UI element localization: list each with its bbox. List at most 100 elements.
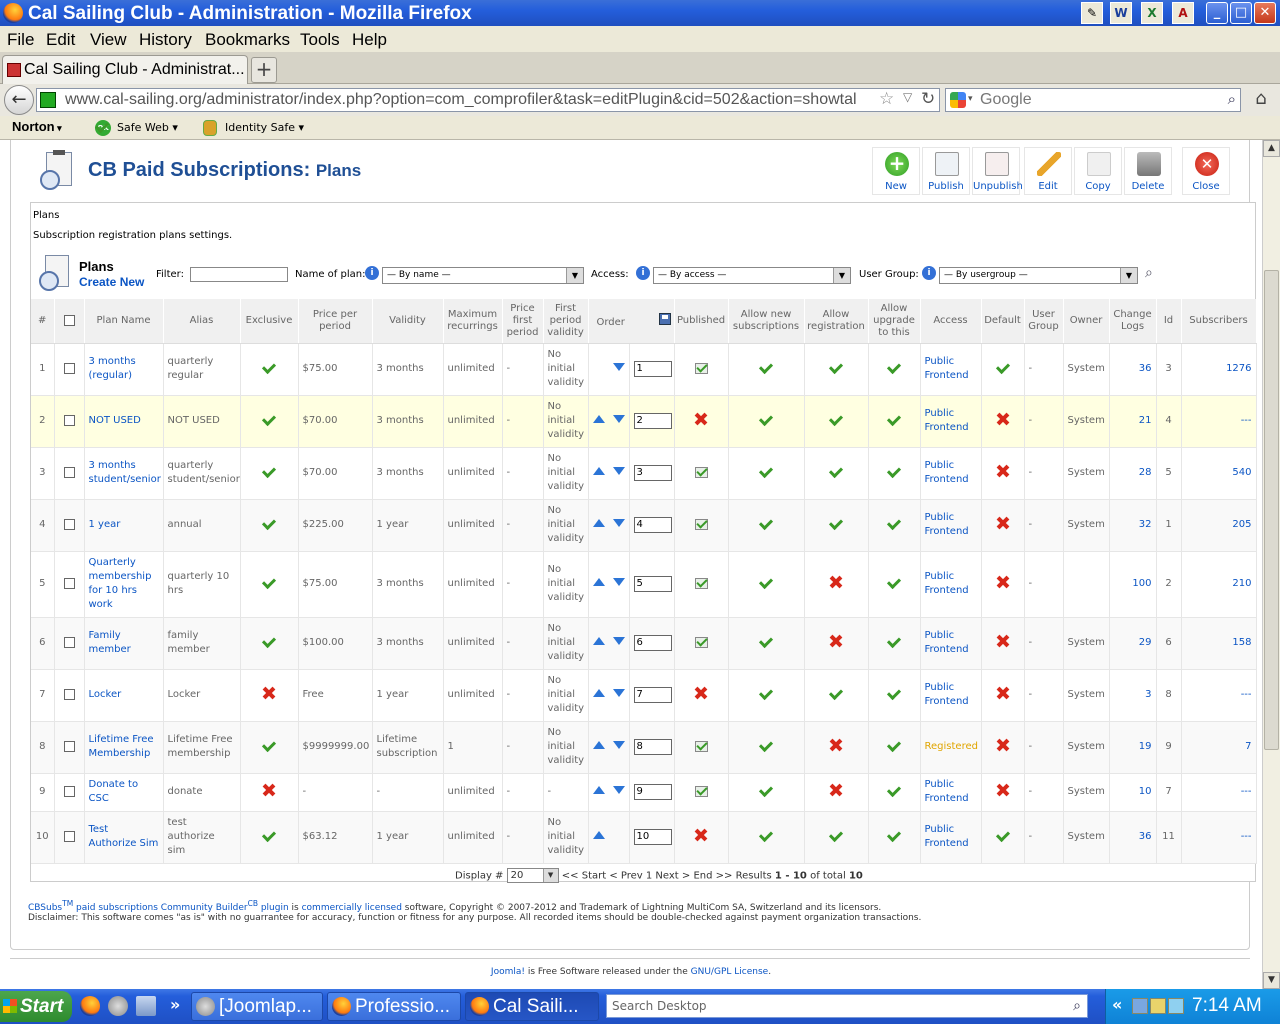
restore-button[interactable]: □ — [1230, 2, 1252, 24]
col-header-user-group[interactable]: User Group — [1024, 299, 1064, 344]
order-input[interactable]: 7 — [633, 687, 672, 703]
row-checkbox[interactable] — [63, 362, 75, 374]
google-engine-icon[interactable] — [950, 92, 966, 108]
default-x-icon[interactable] — [997, 687, 1009, 699]
table-row[interactable]: 41 year annual $225.00 1 year unlimited - No i… — [31, 499, 1257, 552]
table-row[interactable]: 2 NOT USED NOT USED $70.00 3 months unlimited… — [31, 395, 1257, 448]
norton-menu[interactable]: Norton ▾ — [12, 119, 62, 134]
search-magnifier-icon[interactable]: ⌕ — [1228, 90, 1236, 108]
col-header-subscribers[interactable]: Subscribers — [1181, 299, 1257, 344]
start-button[interactable]: Start — [0, 991, 72, 1022]
delete-button[interactable]: Delete — [1124, 147, 1172, 195]
gpl-license-link[interactable]: GNU/GPL License — [691, 967, 769, 977]
close-button[interactable]: ✕ Close — [1182, 147, 1230, 195]
scroll-thumb[interactable] — [1264, 270, 1279, 750]
row-checkbox[interactable] — [63, 830, 75, 842]
move-up-arrow-icon[interactable] — [592, 415, 605, 423]
row-checkbox[interactable] — [63, 688, 75, 700]
exclusive-check-icon[interactable] — [262, 465, 276, 477]
default-x-icon[interactable] — [997, 576, 1009, 588]
col-header-allow-upgrade[interactable]: Allow upgrade to this — [868, 299, 921, 344]
access-link[interactable]: Public Frontend — [925, 512, 969, 537]
quicklaunch-notes-icon[interactable]: ✎ — [1081, 2, 1103, 24]
table-row[interactable]: 10 Test Authorize Sim test authorize sim $6… — [31, 811, 1257, 864]
row-checkbox[interactable] — [63, 577, 75, 589]
save-order-icon[interactable] — [658, 312, 671, 325]
table-row[interactable]: 5 Quarterly membership for 10 hrs work qua… — [31, 551, 1257, 618]
allow-upgrade-check-icon[interactable] — [887, 635, 901, 647]
exclusive-x-icon[interactable] — [263, 784, 275, 796]
col-header-maximum-recurrings[interactable]: Maximum recurrings — [443, 299, 503, 344]
row-checkbox[interactable] — [63, 636, 75, 648]
access-link[interactable]: Public Frontend — [925, 460, 969, 485]
task-professio[interactable]: Professio... — [327, 992, 461, 1021]
subscribers-link[interactable]: 1276 — [1226, 363, 1251, 374]
allow-registration-x-icon[interactable] — [830, 739, 842, 751]
exclusive-check-icon[interactable] — [262, 361, 276, 373]
safe-web-menu[interactable]: Safe Web ▾ — [117, 121, 178, 134]
default-x-icon[interactable] — [997, 465, 1009, 477]
published-icon[interactable] — [694, 785, 708, 797]
exclusive-check-icon[interactable] — [262, 517, 276, 529]
select-all-checkbox[interactable] — [63, 314, 75, 326]
unpublished-x-icon[interactable] — [695, 829, 707, 841]
allow-registration-check-icon[interactable] — [829, 687, 843, 699]
allow-registration-check-icon[interactable] — [829, 517, 843, 529]
col-header-exclusive[interactable]: Exclusive — [240, 299, 299, 344]
allow-new-check-icon[interactable] — [759, 465, 773, 477]
access-link[interactable]: Public Frontend — [925, 779, 969, 804]
table-row[interactable]: 7 Locker Locker Free 1 year unlimited - No init… — [31, 669, 1257, 722]
vertical-scrollbar[interactable]: ▲ ▼ — [1262, 140, 1280, 989]
default-check-icon[interactable] — [996, 361, 1010, 373]
move-up-arrow-icon[interactable] — [592, 741, 605, 749]
filter-input[interactable] — [190, 267, 288, 282]
published-icon[interactable] — [694, 740, 708, 752]
table-row[interactable]: 8 Lifetime Free Membership Lifetime Free m… — [31, 721, 1257, 774]
commercially-licensed-link[interactable]: commercially licensed — [302, 903, 402, 913]
menu-help[interactable]: Help — [352, 30, 387, 50]
allow-new-check-icon[interactable] — [759, 635, 773, 647]
exclusive-check-icon[interactable] — [262, 413, 276, 425]
allow-registration-check-icon[interactable] — [829, 829, 843, 841]
plan-name-link[interactable]: Locker — [89, 689, 122, 700]
menu-tools[interactable]: Tools — [300, 30, 340, 50]
search-desktop-input[interactable]: Search Desktop ⌕ — [606, 994, 1088, 1018]
subscribers-link[interactable]: --- — [1241, 831, 1252, 842]
subscribers-link[interactable]: 158 — [1232, 637, 1251, 648]
move-down-arrow-icon[interactable] — [612, 415, 625, 423]
access-link[interactable]: Public Frontend — [925, 571, 969, 596]
exclusive-check-icon[interactable] — [262, 635, 276, 647]
menu-file[interactable]: File — [7, 30, 34, 50]
allow-upgrade-check-icon[interactable] — [887, 784, 901, 796]
address-bar[interactable]: www.cal-sailing.org/administrator/index.… — [36, 88, 940, 112]
tray-monitor-icon[interactable] — [1168, 998, 1184, 1014]
col-header-plan-name[interactable]: Plan Name — [84, 299, 164, 344]
move-down-arrow-icon[interactable] — [612, 363, 625, 371]
joomla-link[interactable]: Joomla! — [491, 967, 525, 977]
table-row[interactable]: 6 Family member family member $100.00 3 mont… — [31, 617, 1257, 670]
exclusive-x-icon[interactable] — [263, 687, 275, 699]
order-input[interactable]: 3 — [633, 465, 672, 481]
task-joomlap[interactable]: [Joomlap... — [191, 992, 323, 1021]
move-down-arrow-icon[interactable] — [612, 578, 625, 586]
plan-name-link[interactable]: Lifetime Free Membership — [89, 734, 154, 759]
col-header-default[interactable]: Default — [981, 299, 1025, 344]
plan-name-link[interactable]: NOT USED — [89, 415, 141, 426]
col-header-published[interactable]: Published — [674, 299, 729, 344]
task-cal-sailing[interactable]: Cal Saili... — [465, 992, 599, 1021]
plan-name-link[interactable]: Family member — [89, 630, 131, 655]
tray-folder-icon[interactable] — [1150, 998, 1166, 1014]
tray-expand-icon[interactable]: « — [1112, 995, 1122, 1014]
url-text[interactable]: www.cal-sailing.org/administrator/index.… — [65, 91, 885, 109]
default-x-icon[interactable] — [997, 413, 1009, 425]
col-header-first-period-validity[interactable]: First period validity — [543, 299, 589, 344]
close-window-button[interactable]: ✕ — [1254, 2, 1276, 24]
exclusive-check-icon[interactable] — [262, 576, 276, 588]
copy-button[interactable]: Copy — [1074, 147, 1122, 195]
edit-button[interactable]: Edit — [1024, 147, 1072, 195]
move-down-arrow-icon[interactable] — [612, 689, 625, 697]
move-up-arrow-icon[interactable] — [592, 786, 605, 794]
default-check-icon[interactable] — [996, 829, 1010, 841]
acrobat-icon[interactable]: A — [1172, 2, 1194, 24]
change-logs-link[interactable]: 36 — [1139, 363, 1152, 374]
